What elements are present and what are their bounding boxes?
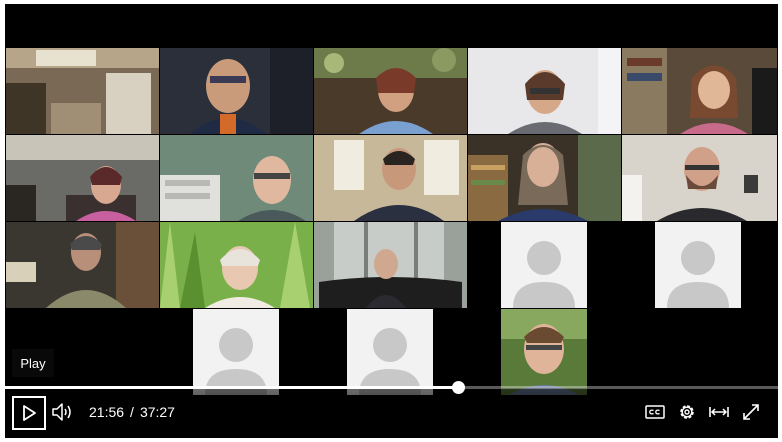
settings-button[interactable] [675,400,699,424]
play-icon [23,405,36,421]
progress-scrubber[interactable] [452,381,465,394]
fullscreen-icon [743,404,759,420]
progress-fill [5,386,458,389]
time-separator: / [130,404,134,420]
volume-button[interactable] [51,400,73,424]
current-time: 21:56 [89,404,125,420]
gear-icon [680,405,694,419]
volume-icon [52,403,71,421]
video-player[interactable]: Play 21:56 / 37:27 [5,4,778,438]
participant-tile [160,222,313,308]
play-tooltip: Play [12,349,54,377]
participant-tile [314,48,467,134]
play-button[interactable] [12,396,46,430]
participant-tile [6,48,159,134]
control-bar: 21:56 / 37:27 [5,381,778,438]
participant-tile [622,48,777,134]
wide-mode-button[interactable] [707,400,731,424]
closed-captions-icon [645,405,665,419]
progress-bar[interactable] [5,381,778,394]
participant-tile [160,48,313,134]
fullscreen-button[interactable] [739,400,763,424]
participant-tile [501,309,587,395]
participant-tile [6,222,159,308]
participant-avatar [347,309,433,395]
captions-button[interactable] [643,400,667,424]
participant-avatar [193,309,279,395]
participant-tile [314,222,467,308]
participant-tile [468,135,621,221]
time-display: 21:56 / 37:27 [89,404,175,420]
participant-tile [468,48,621,134]
duration: 37:27 [139,404,175,420]
participant-tile [314,135,467,221]
participant-tile [622,135,777,221]
participant-avatar [501,222,587,308]
participant-tile [160,135,313,221]
video-frame[interactable] [5,4,778,438]
wide-mode-icon [709,407,729,417]
participant-tile [6,135,159,221]
participant-avatar [655,222,741,308]
